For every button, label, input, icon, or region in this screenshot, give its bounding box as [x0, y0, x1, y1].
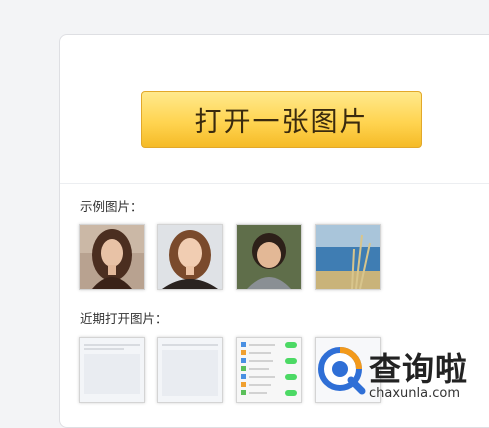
watermark-url: chaxunla.com [369, 386, 460, 401]
recent-document-1-image [80, 338, 144, 402]
portrait-woman-smiling-image [158, 225, 222, 289]
portrait-woman-brown-hair-image [80, 225, 144, 289]
recent-image-2[interactable] [157, 337, 223, 403]
sample-images-label: 示例图片： [80, 199, 143, 214]
sample-image-3[interactable] [236, 224, 302, 290]
watermark: 查询啦 chaxunla.com [313, 342, 483, 408]
recent-image-1[interactable] [79, 337, 145, 403]
recent-settings-screen-image [237, 338, 301, 402]
recent-image-3[interactable] [236, 337, 302, 403]
sample-image-2[interactable] [157, 224, 223, 290]
recent-document-2-image [158, 338, 222, 402]
sea-grass-landscape-image [316, 225, 380, 289]
divider [60, 183, 489, 184]
open-image-button[interactable]: 打开一张图片 [141, 91, 422, 148]
sample-image-4[interactable] [315, 224, 381, 290]
portrait-child-image [237, 225, 301, 289]
recent-images-label: 近期打开图片： [80, 311, 168, 326]
magnifier-logo-icon [318, 347, 366, 395]
watermark-title: 查询啦 [369, 350, 469, 388]
sample-image-1[interactable] [79, 224, 145, 290]
